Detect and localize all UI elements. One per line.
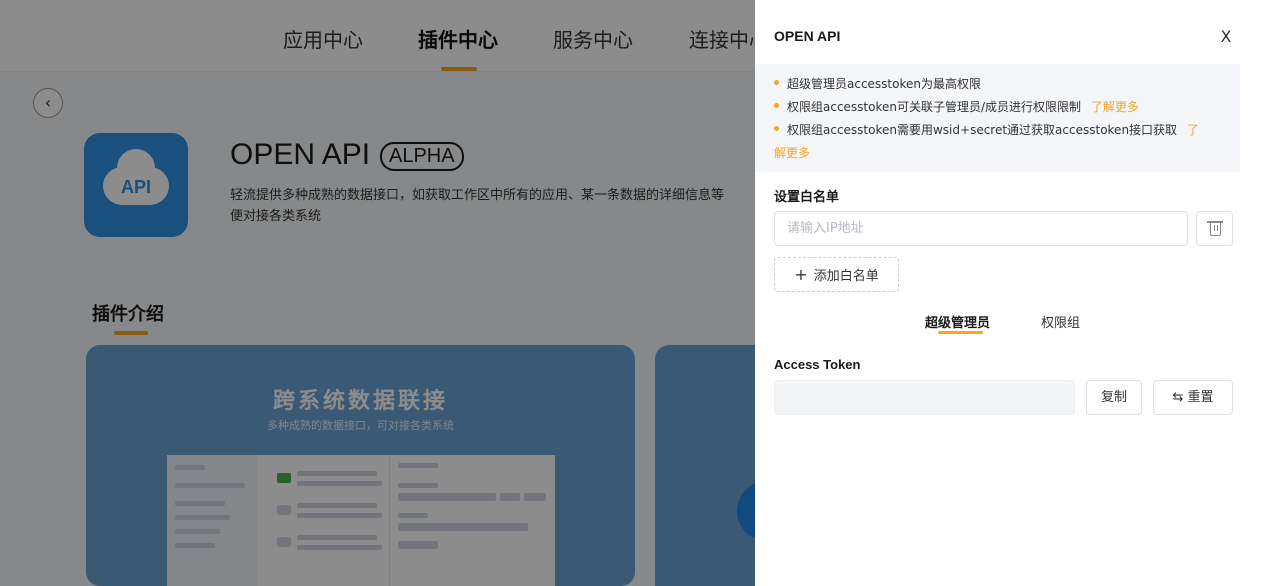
open-api-drawer: OPEN API X 超级管理员accesstoken为最高权限 权限组acce… [755, 0, 1269, 586]
close-icon[interactable]: X [1215, 26, 1237, 48]
bullet-dot [774, 103, 779, 108]
modal-mask[interactable] [0, 0, 755, 586]
notice-item: 权限组accesstoken可关联子管理员/成员进行权限限制 了解更多 [774, 98, 1139, 116]
screen: 应用中心 插件中心 服务中心 连接中心 ‹ API OPEN API ALPHA… [0, 0, 1269, 586]
tab-super-admin[interactable]: 超级管理员 [925, 312, 990, 331]
notice-text: 权限组accesstoken需要用wsid+secret通过获取accessto… [787, 123, 1178, 137]
notice-box: 超级管理员accesstoken为最高权限 权限组accesstoken可关联子… [755, 64, 1240, 172]
notice-text: 超级管理员accesstoken为最高权限 [787, 77, 981, 91]
access-token-field [774, 380, 1075, 415]
add-whitelist-button[interactable]: + 添加白名单 [774, 257, 899, 292]
tab-permission-group[interactable]: 权限组 [1041, 312, 1080, 331]
delete-ip-button[interactable] [1196, 211, 1233, 246]
learn-more-link-cont[interactable]: 解更多 [774, 146, 810, 160]
active-tab-indicator [938, 331, 983, 334]
drawer-title: OPEN API [774, 28, 841, 44]
notice-text: 权限组accesstoken可关联子管理员/成员进行权限限制 [787, 100, 1082, 114]
learn-more-link[interactable]: 了解更多 [1091, 100, 1139, 114]
whitelist-label: 设置白名单 [774, 190, 840, 205]
add-whitelist-label: 添加白名单 [813, 269, 879, 284]
bullet-dot [774, 126, 779, 131]
access-token-label: Access Token [774, 357, 861, 372]
bullet-dot [774, 80, 779, 85]
notice-item: 超级管理员accesstoken为最高权限 [774, 75, 981, 93]
swap-icon: ⇆ [1172, 390, 1184, 405]
copy-button[interactable]: 复制 [1086, 380, 1142, 415]
reset-button[interactable]: ⇆ 重置 [1153, 380, 1233, 415]
ip-address-input[interactable] [774, 211, 1188, 246]
notice-item-wrap: 解更多 [774, 144, 810, 162]
notice-item: 权限组accesstoken需要用wsid+secret通过获取accessto… [774, 121, 1199, 139]
plus-icon: + [794, 265, 808, 284]
reset-label: 重置 [1187, 390, 1214, 405]
trash-icon [1207, 221, 1223, 236]
learn-more-link[interactable]: 了 [1187, 123, 1199, 137]
